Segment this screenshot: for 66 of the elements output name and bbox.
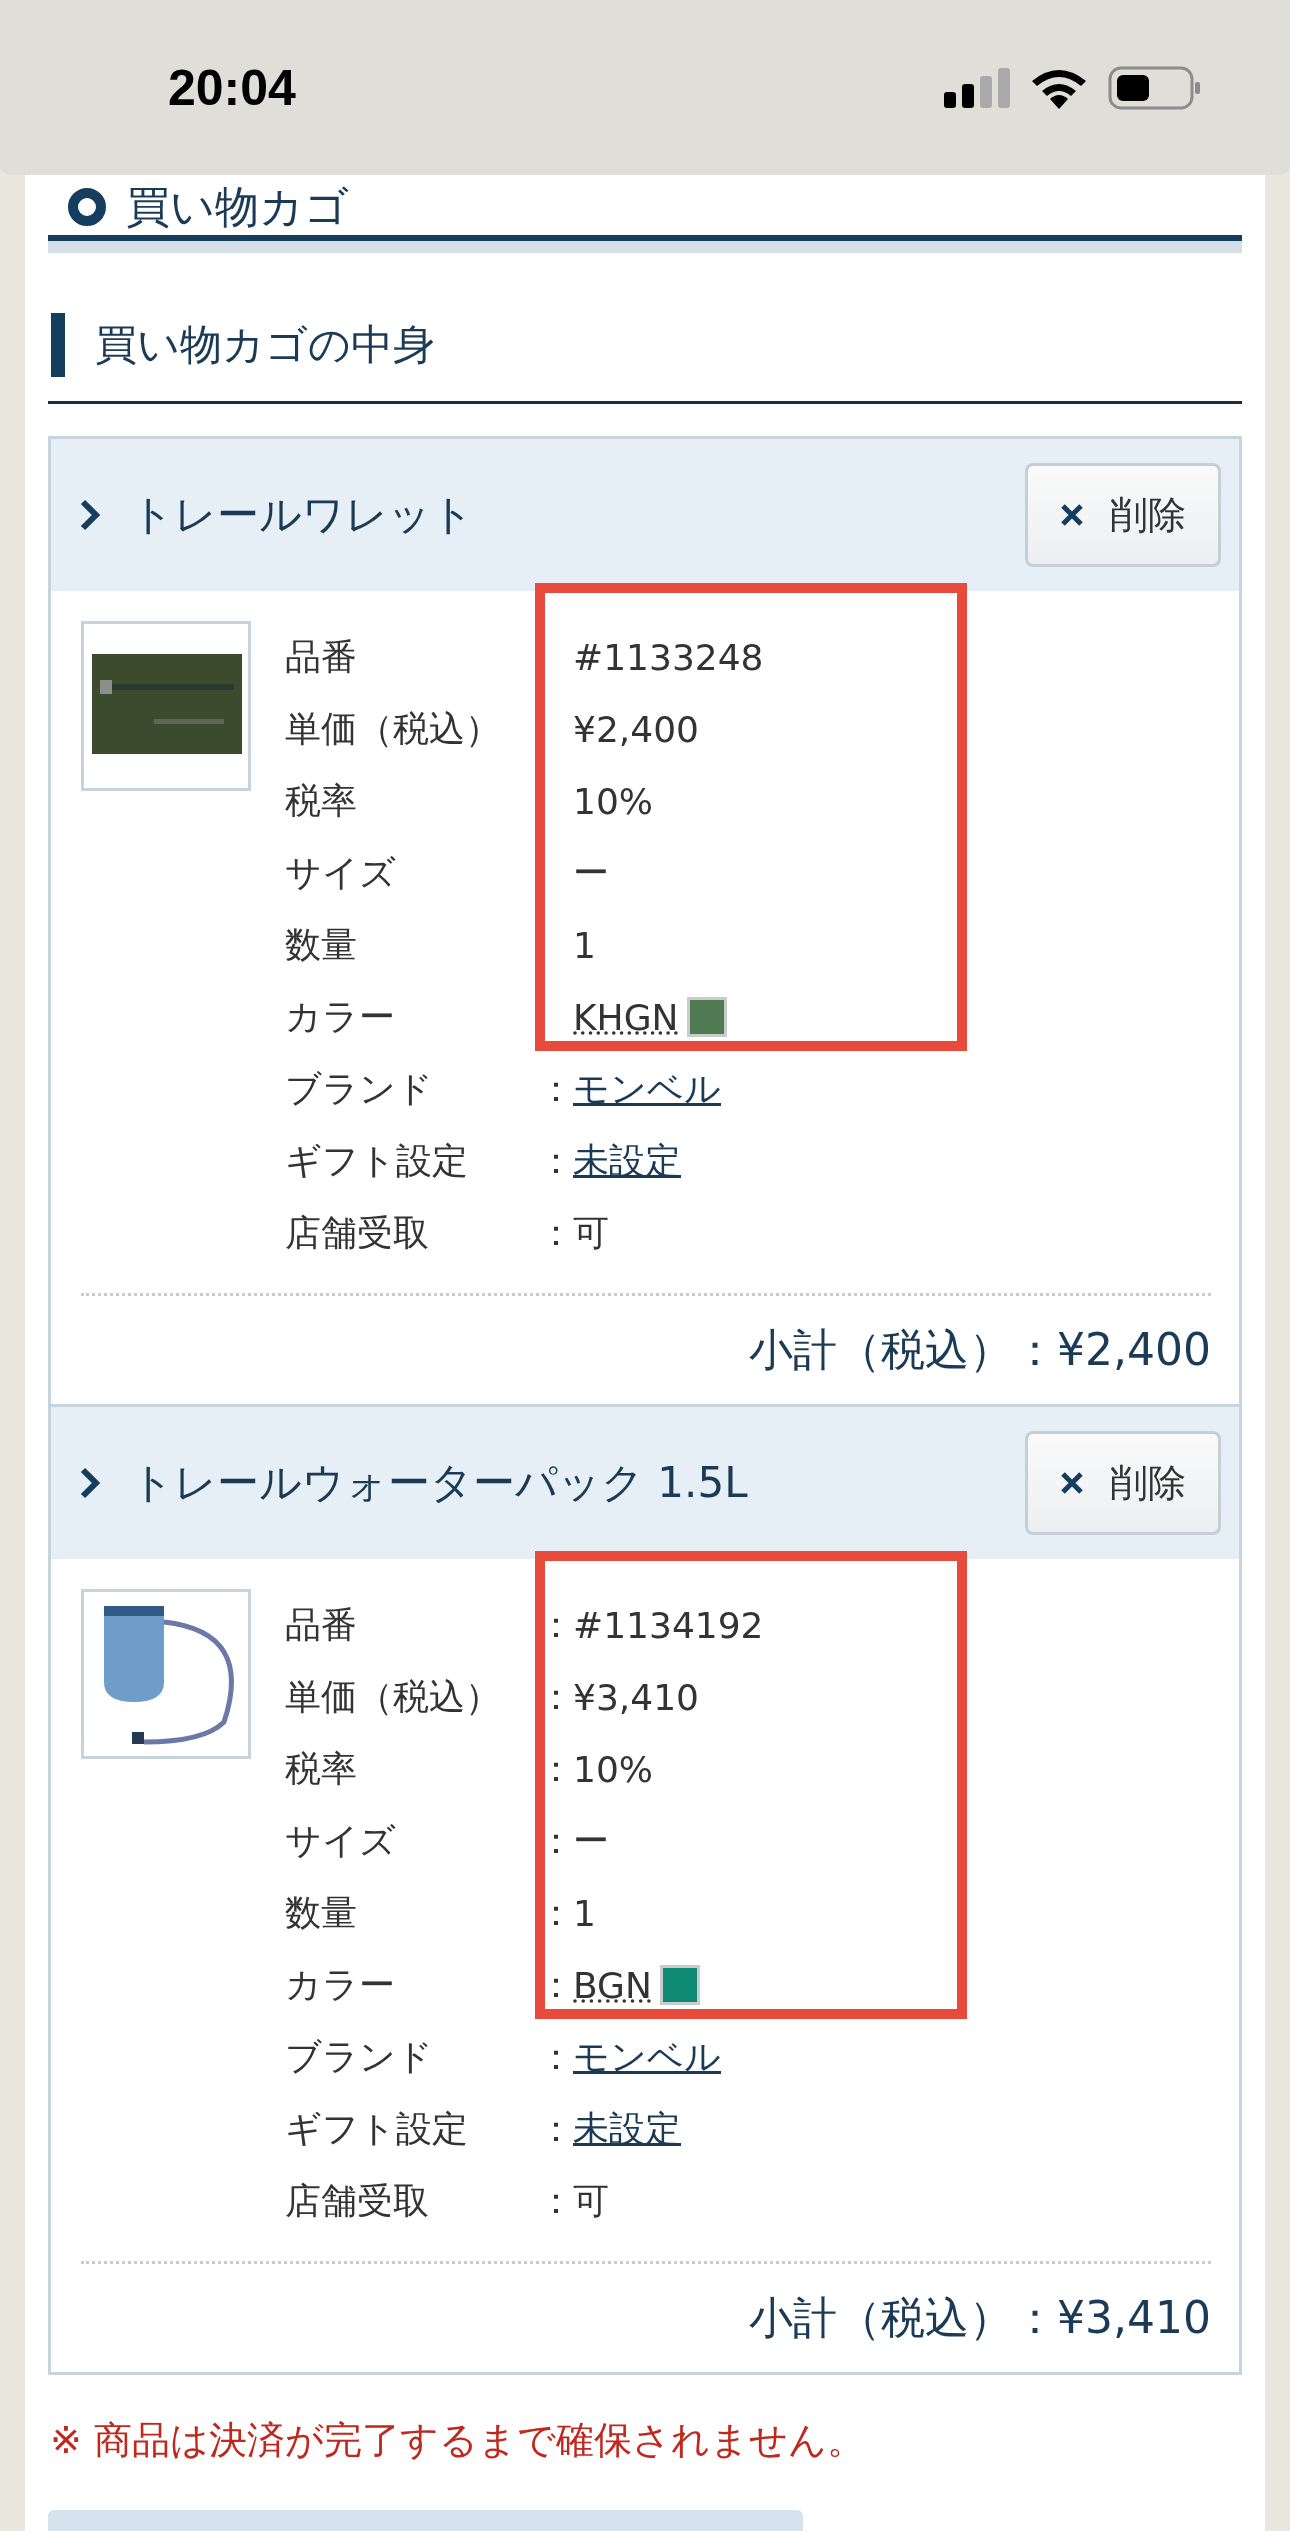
row-label: サイズ: [285, 850, 397, 895]
row-value: 10%: [573, 1748, 653, 1790]
separator: ：: [538, 2107, 574, 2149]
row-value: ー: [573, 1818, 609, 1863]
row-label: 単価（税込）: [285, 706, 502, 751]
heading-accent-bar: [51, 313, 65, 377]
row-value-link[interactable]: モンベル: [573, 1064, 721, 1114]
row-value: 10%: [573, 780, 653, 822]
row-label: ブランド: [285, 1066, 434, 1111]
row-value-link[interactable]: 未設定: [573, 2104, 681, 2154]
delete-button[interactable]: 削除: [1025, 1431, 1221, 1535]
row-label: 単価（税込）: [285, 1674, 502, 1719]
separator: ：: [538, 1211, 574, 1253]
signal-icon: [944, 67, 1010, 108]
row-label: 数量: [285, 922, 358, 967]
row-label: 税率: [285, 778, 358, 823]
row-label: 数量: [285, 1890, 358, 1935]
row-label: ブランド: [285, 2034, 434, 2079]
delete-button[interactable]: 削除: [1025, 463, 1221, 567]
row-value-link[interactable]: 未設定: [573, 1136, 681, 1186]
row-value: 1: [573, 1892, 596, 1934]
item-name: トレールワレット: [131, 489, 475, 541]
subtotal: 小計（税込）：¥2,400: [749, 1322, 1211, 1377]
separator: ：: [538, 1139, 574, 1181]
row-label: 品番: [285, 634, 358, 679]
row-value: 可: [573, 1210, 609, 1255]
separator: ：: [538, 1819, 574, 1861]
row-value: #1134192: [573, 1604, 764, 1646]
row-label: ギフト設定: [285, 1138, 469, 1183]
separator: ：: [538, 1747, 574, 1789]
separator: ：: [538, 1603, 574, 1645]
separator: ：: [538, 2035, 574, 2077]
row-value: ー: [573, 850, 609, 895]
separator: ：: [538, 1891, 574, 1933]
row-value: 可: [573, 2178, 609, 2223]
row-label: ギフト設定: [285, 2106, 469, 2151]
row-label: サイズ: [285, 1818, 397, 1863]
notice-text: ※ 商品は決済が完了するまで確保されません。: [49, 2417, 866, 2464]
row-value: 1: [573, 924, 596, 966]
section-title: 買い物カゴの中身: [95, 319, 435, 371]
row-label: カラー: [285, 1962, 396, 2007]
separator: ：: [538, 1067, 574, 1109]
row-value-link[interactable]: モンベル: [573, 2032, 721, 2082]
row-label: 品番: [285, 1602, 358, 1647]
row-value: ¥3,410: [573, 1676, 699, 1718]
chevron-right-icon: [79, 498, 101, 532]
color-code-link[interactable]: BGN: [573, 1964, 652, 2006]
subtotal: 小計（税込）：¥3,410: [749, 2290, 1211, 2345]
row-label: 店舗受取: [285, 1210, 430, 1255]
page-title: 買い物カゴ: [126, 179, 349, 234]
color-code-link[interactable]: KHGN: [573, 996, 679, 1038]
battery-icon: [1108, 65, 1202, 110]
row-label: カラー: [285, 994, 396, 1039]
row-label: 店舗受取: [285, 2178, 430, 2223]
separator: ：: [538, 2179, 574, 2221]
row-value: #1133248: [573, 636, 764, 678]
ring-icon: [68, 188, 106, 226]
item-name: トレールウォーターパック 1.5L: [131, 1457, 749, 1509]
clock: 20:04: [168, 58, 296, 117]
row-label: 税率: [285, 1746, 358, 1791]
chevron-right-icon: [79, 1466, 101, 1500]
close-icon: [1060, 1471, 1084, 1495]
row-value: ¥2,400: [573, 708, 699, 750]
separator: ：: [538, 1675, 574, 1717]
close-icon: [1060, 503, 1084, 527]
separator: ：: [538, 1963, 574, 2005]
